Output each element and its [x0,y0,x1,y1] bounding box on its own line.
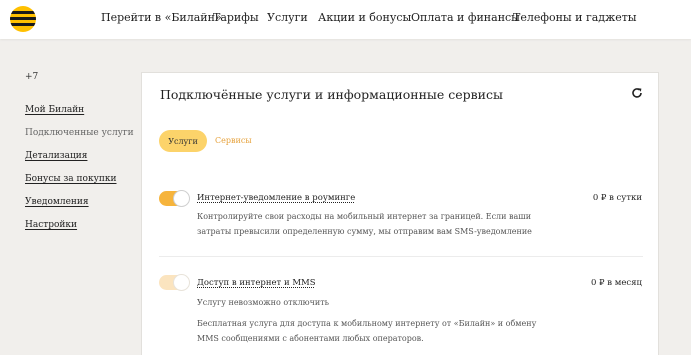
service-price-internet-mms: 0 ₽ в месяц [591,278,642,288]
service-price-roaming-notification: 0 ₽ в сутки [592,193,642,203]
sidebar-item-settings[interactable]: Настройки [25,220,77,230]
sidebar-item-my-beeline[interactable]: Мой Билайн [25,105,84,115]
service-name-roaming-notification[interactable]: Интернет-уведомление в роуминге [197,193,355,203]
sidebar-item-notifications[interactable]: Уведомления [25,197,89,207]
toggle-knob [173,274,190,291]
refresh-icon[interactable] [630,86,644,100]
services-card: Подключённые услуги и информационные сер… [141,72,659,355]
nav-item-promotions[interactable]: Акции и бонусы [318,11,411,24]
service-name-internet-mms[interactable]: Доступ в интернет и MMS [197,278,316,288]
nav-item-devices[interactable]: Телефоны и гаджеты [513,11,637,24]
tab-services[interactable]: Услуги [159,130,207,152]
roaming-notification-toggle[interactable] [159,190,190,207]
sidebar-item-bonuses[interactable]: Бонусы за покупки [25,174,117,184]
toggle-knob [173,190,190,207]
internet-mms-toggle[interactable] [159,274,190,291]
nav-item-go-beeline[interactable]: Перейти в «Билайн» [101,11,222,24]
sidebar-item-details[interactable]: Детализация [25,151,87,161]
phone-number: +7 [25,72,39,82]
tab-information-services[interactable]: Сервисы [215,136,252,145]
top-header: Перейти в «Билайн» Тарифы Услуги Акции и… [0,0,691,39]
tab-services-label: Услуги [168,136,198,146]
nav-item-services[interactable]: Услуги [267,11,308,24]
service-description-internet-mms: Бесплатная услуга для доступа к мобильно… [197,319,537,343]
nav-item-tariffs[interactable]: Тарифы [213,11,259,24]
service-description-roaming-notification: Контролируйте свои расходы на мобильный … [197,212,532,236]
nav-item-payments[interactable]: Оплата и финансы [411,11,520,24]
service-locked-note: Услугу невозможно отключить [197,298,330,307]
divider [159,256,643,257]
page-title: Подключённые услуги и информационные сер… [160,87,503,102]
beeline-logo-icon[interactable] [10,6,36,32]
sidebar-item-connected-services[interactable]: Подключенные услуги [25,128,134,138]
